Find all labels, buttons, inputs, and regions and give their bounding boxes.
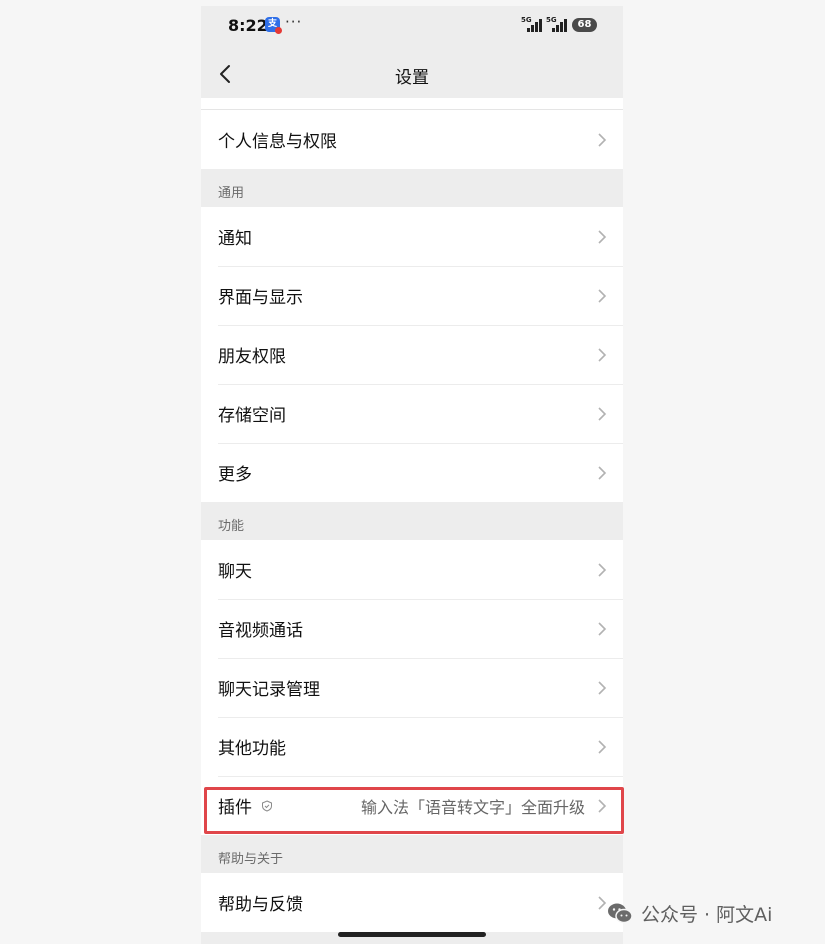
settings-item-label: 界面与显示 [218, 288, 303, 308]
status-bar: 8:22 支 ··· 5G 5G 68 [201, 6, 623, 50]
settings-item-chat-history[interactable]: 聊天记录管理 [201, 658, 623, 717]
settings-item-more[interactable]: 更多 [201, 443, 623, 502]
settings-item-label: 聊天 [218, 562, 252, 582]
settings-item-label: 通知 [218, 229, 252, 249]
chevron-right-icon [598, 132, 607, 147]
chevron-right-icon [598, 229, 607, 244]
settings-item-label: 音视频通话 [218, 621, 303, 641]
settings-item-label: 个人信息与权限 [218, 132, 337, 152]
settings-item-notifications[interactable]: 通知 [201, 207, 623, 266]
chevron-right-icon [598, 288, 607, 303]
settings-item-display[interactable]: 界面与显示 [201, 266, 623, 325]
signal-icon: 5G [521, 16, 545, 32]
chevron-right-icon [598, 406, 607, 421]
chevron-right-icon [598, 895, 607, 910]
section-header-help: 帮助与关于 [201, 835, 623, 873]
chevron-right-icon [598, 347, 607, 362]
more-notifications-icon: ··· [285, 13, 303, 31]
signal-icon: 5G [546, 16, 570, 32]
alipay-notification-icon: 支 [265, 17, 282, 34]
section-header-features: 功能 [201, 502, 623, 540]
chevron-right-icon [598, 739, 607, 754]
settings-item-label: 帮助与反馈 [218, 895, 303, 915]
settings-item-label: 朋友权限 [218, 347, 286, 367]
highlight-box [204, 787, 624, 834]
settings-item-friend-permissions[interactable]: 朋友权限 [201, 325, 623, 384]
battery-icon: 68 [572, 18, 597, 32]
wechat-icon [608, 903, 633, 924]
help-group: 帮助与反馈 [201, 873, 623, 932]
settings-item-personal-info[interactable]: 个人信息与权限 [201, 110, 623, 169]
settings-item-label: 其他功能 [218, 739, 286, 759]
settings-item-storage[interactable]: 存储空间 [201, 384, 623, 443]
chevron-right-icon [598, 621, 607, 636]
settings-item-label: 聊天记录管理 [218, 680, 320, 700]
chevron-right-icon [598, 680, 607, 695]
settings-item-calls[interactable]: 音视频通话 [201, 599, 623, 658]
account-group: 个人信息与权限 [201, 110, 623, 169]
list-item-partial [201, 98, 623, 110]
settings-item-label: 更多 [218, 465, 252, 485]
nav-bar: 设置 [201, 50, 623, 98]
section-header-general: 通用 [201, 169, 623, 207]
page-title: 设置 [395, 68, 429, 88]
watermark: 公众号 · 阿文Ai [607, 898, 772, 928]
settings-item-label: 存储空间 [218, 406, 286, 426]
chevron-right-icon [598, 562, 607, 577]
settings-item-chat[interactable]: 聊天 [201, 540, 623, 599]
home-indicator[interactable] [338, 932, 486, 937]
general-group: 通知 界面与显示 朋友权限 存储空间 更多 [201, 207, 623, 502]
chevron-right-icon [598, 465, 607, 480]
settings-item-other-features[interactable]: 其他功能 [201, 717, 623, 776]
status-time: 8:22 [228, 16, 268, 35]
watermark-text: 公众号 · 阿文Ai [641, 903, 773, 926]
settings-item-help-feedback[interactable]: 帮助与反馈 [201, 873, 623, 932]
